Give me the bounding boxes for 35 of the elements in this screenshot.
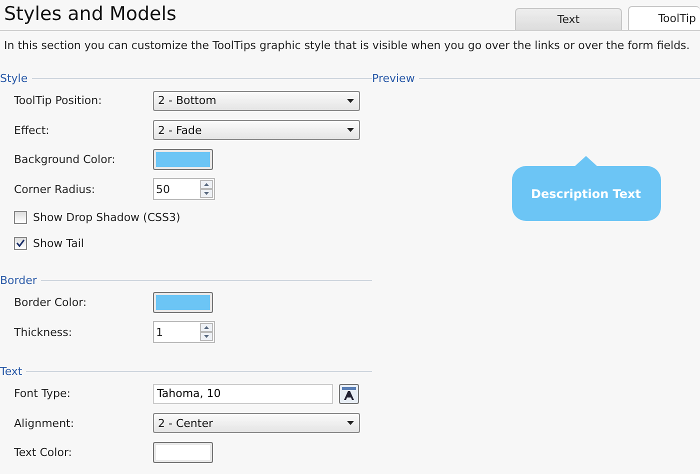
checkbox-label: Show Tail (33, 236, 84, 250)
tooltip-preview: Description Text (512, 156, 660, 221)
checkbox-label: Show Drop Shadow (CSS3) (33, 210, 180, 224)
spin-arrows-icon[interactable] (200, 323, 213, 342)
field-label: Text Color: (14, 446, 73, 460)
field-label: Alignment: (14, 416, 76, 430)
caret-icon (347, 128, 354, 132)
field-label: Thickness: (14, 326, 74, 339)
number-spinner[interactable]: 50 (153, 178, 215, 200)
field-label: Corner Radius: (14, 182, 96, 196)
section-description: In this section you can customize the ToolTips graphic style that is visible when you go over the links or over the form fields. (4, 39, 691, 52)
font-icon (342, 386, 356, 401)
caret-icon (347, 98, 354, 103)
section-heading: Text (0, 364, 22, 378)
checkbox[interactable] (14, 210, 27, 224)
section-heading: Preview (372, 72, 415, 84)
tab[interactable]: ToolTip (628, 6, 700, 30)
dropdown[interactable]: 2 - Center (153, 413, 360, 434)
caret-icon (347, 421, 354, 426)
font-field[interactable]: Tahoma, 10 (153, 384, 333, 404)
number-spinner[interactable]: 1 (153, 321, 215, 344)
field-label: Background Color: (14, 153, 116, 166)
dropdown[interactable]: 2 - Fade (153, 120, 360, 140)
page-title: Styles and Models (4, 3, 176, 25)
field-label: Border Color: (14, 296, 88, 310)
section-heading: Border (0, 274, 37, 286)
dropdown[interactable]: 2 - Bottom (153, 90, 360, 111)
checkbox[interactable] (14, 236, 27, 250)
spin-arrows-icon[interactable] (200, 180, 213, 198)
section-heading: Style (0, 72, 28, 84)
field-label: ToolTip Position: (14, 94, 103, 108)
field-label: Font Type: (14, 387, 72, 400)
field-label: Effect: (14, 124, 50, 137)
font-picker-button[interactable] (339, 384, 359, 404)
tab[interactable]: Text (515, 8, 622, 30)
